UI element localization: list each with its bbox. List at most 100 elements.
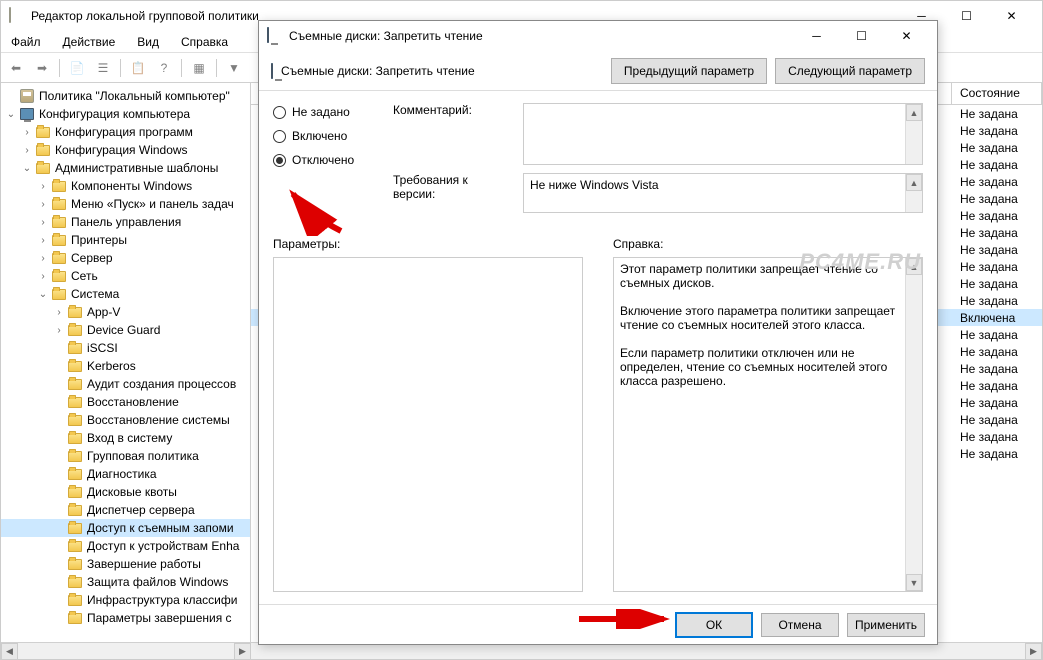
status-value: Не задана bbox=[952, 192, 1042, 206]
tree-item[interactable]: Дисковые квоты bbox=[1, 483, 250, 501]
tree-toggle-icon[interactable]: ⌄ bbox=[21, 163, 33, 174]
tree-item[interactable]: ›Сеть bbox=[1, 267, 250, 285]
tree-item[interactable]: ⌄ Система bbox=[1, 285, 250, 303]
scroll-right-end-icon[interactable]: ▶ bbox=[1025, 643, 1042, 660]
tree-item[interactable]: Аудит создания процессов bbox=[1, 375, 250, 393]
tree-label: Доступ к съемным запоми bbox=[87, 521, 234, 535]
tree-item[interactable]: ›Меню «Пуск» и панель задач bbox=[1, 195, 250, 213]
tree-toggle-icon[interactable]: › bbox=[53, 325, 65, 336]
tree-label: Восстановление системы bbox=[87, 413, 230, 427]
radio-disabled[interactable]: Отключено bbox=[273, 153, 383, 167]
dialog-minimize-button[interactable]: ─ bbox=[794, 22, 839, 50]
scroll-right-icon[interactable]: ▶ bbox=[234, 643, 251, 660]
toolbar-help-icon[interactable]: ? bbox=[153, 57, 175, 79]
tree-label: Конфигурация компьютера bbox=[39, 107, 190, 121]
tree-item[interactable]: iSCSI bbox=[1, 339, 250, 357]
tree-item[interactable]: Вход в систему bbox=[1, 429, 250, 447]
tree-item[interactable]: Доступ к съемным запоми bbox=[1, 519, 250, 537]
tree-toggle-icon[interactable]: › bbox=[37, 181, 49, 192]
folder-icon bbox=[68, 323, 84, 337]
toolbar-back-icon[interactable]: ⬅ bbox=[5, 57, 27, 79]
tree-toggle-icon[interactable]: ⌄ bbox=[37, 289, 49, 300]
menu-action[interactable]: Действие bbox=[59, 33, 120, 51]
tree-item[interactable]: Параметры завершения с bbox=[1, 609, 250, 627]
tree-label: Система bbox=[71, 287, 119, 301]
tree-toggle-icon[interactable]: › bbox=[53, 307, 65, 318]
folder-icon bbox=[68, 413, 84, 427]
tree-item[interactable]: ⌄Административные шаблоны bbox=[1, 159, 250, 177]
tree-toggle-icon[interactable]: › bbox=[37, 199, 49, 210]
ok-button[interactable]: ОК bbox=[675, 612, 753, 638]
tree-toggle-icon[interactable]: › bbox=[37, 235, 49, 246]
status-value: Включена bbox=[952, 311, 1042, 325]
tree-item[interactable]: ›Конфигурация Windows bbox=[1, 141, 250, 159]
params-label: Параметры: bbox=[273, 237, 583, 251]
radio-icon bbox=[273, 154, 286, 167]
tree-item[interactable]: Политика "Локальный компьютер" bbox=[1, 87, 250, 105]
tree-toggle-icon[interactable]: › bbox=[21, 127, 33, 138]
tree-item[interactable]: Защита файлов Windows bbox=[1, 573, 250, 591]
tree-label: Восстановление bbox=[87, 395, 179, 409]
cancel-button[interactable]: Отмена bbox=[761, 613, 839, 637]
folder-icon bbox=[68, 557, 84, 571]
main-maximize-button[interactable]: ☐ bbox=[944, 2, 989, 30]
help-textbox: Этот параметр политики запрещает чтение … bbox=[613, 257, 923, 592]
toolbar-up-icon[interactable]: 📄 bbox=[66, 57, 88, 79]
state-column-header[interactable]: Состояние bbox=[952, 83, 1042, 104]
radio-not-configured[interactable]: Не задано bbox=[273, 105, 383, 119]
tree-panel[interactable]: Политика "Локальный компьютер" ⌄ Конфигура… bbox=[1, 83, 251, 659]
folder-icon bbox=[68, 521, 84, 535]
tree-toggle-icon[interactable]: › bbox=[37, 253, 49, 264]
tree-item[interactable]: ›Принтеры bbox=[1, 231, 250, 249]
toolbar-filter-icon[interactable]: ▼ bbox=[223, 57, 245, 79]
toolbar-list-icon[interactable]: ☰ bbox=[92, 57, 114, 79]
radio-enabled[interactable]: Включено bbox=[273, 129, 383, 143]
toolbar-export-icon[interactable]: 📋 bbox=[127, 57, 149, 79]
tree-item[interactable]: Групповая политика bbox=[1, 447, 250, 465]
tree-item[interactable]: Завершение работы bbox=[1, 555, 250, 573]
tree-item[interactable]: Восстановление bbox=[1, 393, 250, 411]
toolbar-forward-icon[interactable]: ➡ bbox=[31, 57, 53, 79]
tree-toggle-icon[interactable]: › bbox=[37, 271, 49, 282]
tree-item[interactable]: Диспетчер сервера bbox=[1, 501, 250, 519]
tree-item[interactable]: ⌄ Конфигурация компьютера bbox=[1, 105, 250, 123]
menu-view[interactable]: Вид bbox=[133, 33, 163, 51]
prev-setting-button[interactable]: Предыдущий параметр bbox=[611, 58, 767, 84]
main-close-button[interactable]: ✕ bbox=[989, 2, 1034, 30]
dialog-maximize-button[interactable]: ☐ bbox=[839, 22, 884, 50]
apply-button[interactable]: Применить bbox=[847, 613, 925, 637]
status-value: Не задана bbox=[952, 277, 1042, 291]
tree-item[interactable]: ›Конфигурация программ bbox=[1, 123, 250, 141]
menu-file[interactable]: Файл bbox=[7, 33, 45, 51]
tree-item[interactable]: Доступ к устройствам Enha bbox=[1, 537, 250, 555]
tree-label: Диагностика bbox=[87, 467, 157, 481]
tree-item[interactable]: ›App-V bbox=[1, 303, 250, 321]
folder-icon bbox=[68, 539, 84, 553]
tree-toggle-icon[interactable]: › bbox=[21, 145, 33, 156]
tree-label: Kerberos bbox=[87, 359, 136, 373]
tree-item[interactable]: ›Сервер bbox=[1, 249, 250, 267]
dialog-header-label: Съемные диски: Запретить чтение bbox=[281, 64, 603, 78]
scroll-left-icon[interactable]: ◀ bbox=[1, 643, 18, 660]
menu-help[interactable]: Справка bbox=[177, 33, 232, 51]
dialog-icon bbox=[267, 28, 283, 44]
tree-toggle-icon[interactable]: ⌄ bbox=[5, 109, 17, 120]
tree-item[interactable]: ›Device Guard bbox=[1, 321, 250, 339]
tree-item[interactable]: ›Компоненты Windows bbox=[1, 177, 250, 195]
toolbar-props-icon[interactable]: ▦ bbox=[188, 57, 210, 79]
params-textbox[interactable] bbox=[273, 257, 583, 592]
tree-label: Групповая политика bbox=[87, 449, 199, 463]
radio-group: Не задано Включено Отключено bbox=[273, 103, 383, 167]
status-value: Не задана bbox=[952, 175, 1042, 189]
tree-item[interactable]: Восстановление системы bbox=[1, 411, 250, 429]
tree-item[interactable]: ›Панель управления bbox=[1, 213, 250, 231]
tree-item[interactable]: Kerberos bbox=[1, 357, 250, 375]
tree-item[interactable]: Инфраструктура классифи bbox=[1, 591, 250, 609]
next-setting-button[interactable]: Следующий параметр bbox=[775, 58, 925, 84]
folder-icon bbox=[68, 611, 84, 625]
dialog-footer: ОК Отмена Применить bbox=[259, 604, 937, 644]
dialog-close-button[interactable]: ✕ bbox=[884, 22, 929, 50]
tree-item[interactable]: Диагностика bbox=[1, 465, 250, 483]
comment-textbox[interactable]: ▲ bbox=[523, 103, 923, 165]
tree-toggle-icon[interactable]: › bbox=[37, 217, 49, 228]
